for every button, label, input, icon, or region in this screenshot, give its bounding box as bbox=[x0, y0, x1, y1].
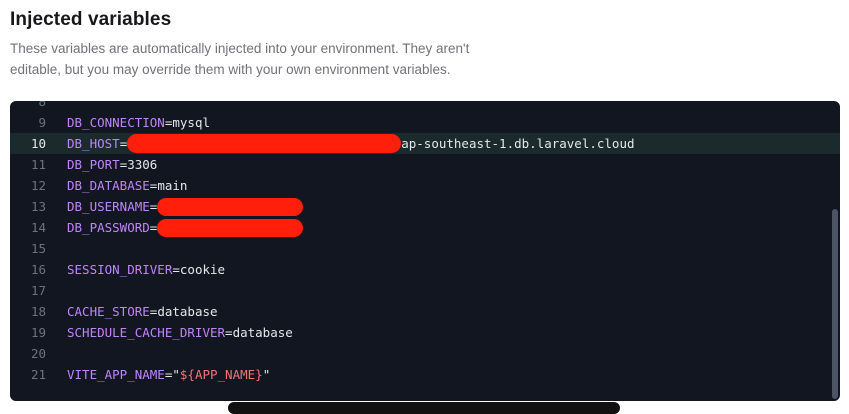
line-number: 20 bbox=[30, 346, 46, 361]
redaction-mark bbox=[157, 218, 304, 237]
line-number: 13 bbox=[30, 199, 46, 214]
section-description: These variables are automatically inject… bbox=[10, 41, 470, 77]
equals-sign: = bbox=[172, 262, 180, 277]
line-number: 11 bbox=[30, 157, 46, 172]
section-title: Injected variables bbox=[10, 9, 172, 30]
equals-sign: = bbox=[149, 220, 158, 235]
line-number: 15 bbox=[30, 241, 46, 256]
equals-sign: = bbox=[225, 325, 233, 340]
env-key: DB_PORT bbox=[67, 157, 120, 172]
line-number: 17 bbox=[30, 283, 46, 298]
env-value: database bbox=[157, 304, 218, 319]
scrollbar-track[interactable] bbox=[830, 101, 840, 401]
code-line: 13 DB_USERNAME= bbox=[10, 196, 840, 217]
bottom-edge-element bbox=[228, 402, 620, 414]
env-key: DB_HOST bbox=[67, 136, 120, 151]
line-number: 21 bbox=[30, 367, 46, 382]
code-line: 16 SESSION_DRIVER=cookie bbox=[10, 259, 840, 280]
env-value: 3306 bbox=[127, 157, 158, 172]
env-key: DB_PASSWORD bbox=[67, 220, 150, 235]
code-line: 9 DB_CONNECTION=mysql bbox=[10, 112, 840, 133]
string-value: ${APP_NAME} bbox=[179, 367, 263, 382]
line-number: 19 bbox=[30, 325, 46, 340]
env-value: database bbox=[232, 325, 293, 340]
line-number: 10 bbox=[30, 136, 46, 151]
redaction-mark bbox=[127, 134, 402, 153]
line-number: 12 bbox=[30, 178, 46, 193]
env-value: main bbox=[157, 178, 188, 193]
code-line: 20 bbox=[10, 343, 840, 364]
line-number: 18 bbox=[30, 304, 46, 319]
env-key: DB_USERNAME bbox=[67, 199, 150, 214]
line-number: 16 bbox=[30, 262, 46, 277]
line-number: 8 bbox=[38, 101, 46, 109]
code-editor[interactable]: 8 9 DB_CONNECTION=mysql 10 DB_HOST= ap-so… bbox=[10, 101, 840, 401]
equals-sign: = bbox=[149, 199, 158, 214]
code-line: 19 SCHEDULE_CACHE_DRIVER=database bbox=[10, 322, 840, 343]
code-line: 8 bbox=[10, 101, 840, 112]
code-line: 15 bbox=[10, 238, 840, 259]
code-line: 11 DB_PORT=3306 bbox=[10, 154, 840, 175]
scrollbar-thumb[interactable] bbox=[832, 209, 838, 399]
string-quote-close: " bbox=[262, 367, 271, 382]
equals-sign: = bbox=[119, 136, 128, 151]
env-key: SCHEDULE_CACHE_DRIVER bbox=[67, 325, 226, 340]
env-value: ap-southeast-1.db.laravel.cloud bbox=[401, 136, 635, 151]
env-key: SESSION_DRIVER bbox=[67, 262, 173, 277]
env-key: DB_CONNECTION bbox=[67, 115, 165, 130]
env-value: mysql bbox=[172, 115, 211, 130]
code-line: 14 DB_PASSWORD= bbox=[10, 217, 840, 238]
line-number: 9 bbox=[38, 115, 46, 130]
code-lines: 8 9 DB_CONNECTION=mysql 10 DB_HOST= ap-so… bbox=[10, 101, 840, 401]
redaction-mark bbox=[157, 197, 304, 216]
code-line: 17 bbox=[10, 280, 840, 301]
string-quote-open: " bbox=[172, 367, 180, 382]
env-key: VITE_APP_NAME bbox=[67, 367, 165, 382]
env-value: cookie bbox=[179, 262, 226, 277]
line-number: 14 bbox=[30, 220, 46, 235]
code-line: 12 DB_DATABASE=main bbox=[10, 175, 840, 196]
code-line-active: 10 DB_HOST= ap-southeast-1.db.laravel.clo… bbox=[10, 133, 840, 154]
code-line: 18 CACHE_STORE=database bbox=[10, 301, 840, 322]
env-key: DB_DATABASE bbox=[67, 178, 150, 193]
env-key: CACHE_STORE bbox=[67, 304, 150, 319]
code-line: 21 VITE_APP_NAME="${APP_NAME}" bbox=[10, 364, 840, 385]
